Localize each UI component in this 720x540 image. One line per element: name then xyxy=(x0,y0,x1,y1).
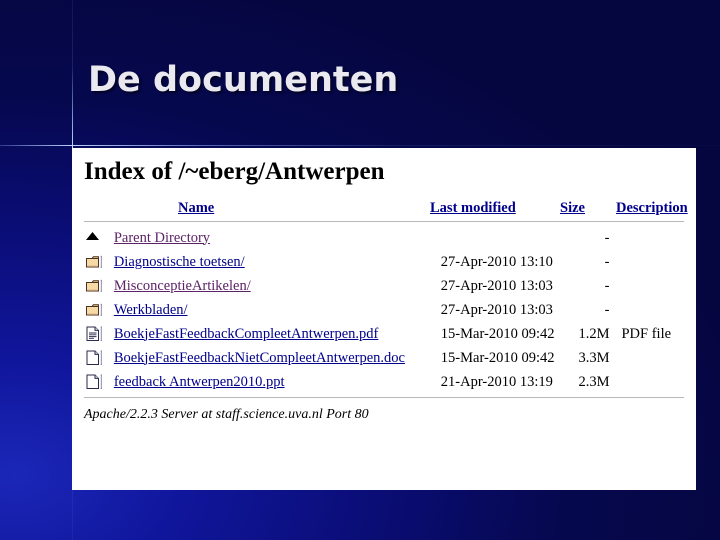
entry-description-cell xyxy=(615,274,696,298)
entry-icon-cell xyxy=(72,370,114,394)
entry-size-cell: 1.2M xyxy=(578,325,610,342)
column-header-name: Name xyxy=(72,198,426,220)
entry-description-cell xyxy=(615,370,696,394)
sort-by-description-link[interactable]: Description xyxy=(616,200,688,216)
entry-name-cell: feedback Antwerpen2010.ppt xyxy=(114,370,437,394)
entry-last-modified-cell xyxy=(437,226,568,250)
link-parent-directory[interactable]: Parent Directory xyxy=(114,230,210,246)
column-header-last-modified: Last modified xyxy=(426,198,560,220)
entry-description-cell xyxy=(615,298,696,322)
directory-listing-table: Name Last modified Size Description xyxy=(72,198,696,220)
entry-last-modified-cell: 27-Apr-2010 13:03 xyxy=(440,277,553,294)
entry-link[interactable]: Werkbladen/ xyxy=(114,302,188,318)
entry-name-cell: BoekjeFastFeedbackNietCompleetAntwerpen.… xyxy=(114,346,437,370)
header-divider xyxy=(84,221,684,222)
entry-name-cell: Parent Directory xyxy=(114,226,437,250)
table-row[interactable]: BoekjeFastFeedbackCompleetAntwerpen.pdf 1… xyxy=(72,322,696,346)
sort-by-name-link[interactable]: Name xyxy=(178,200,214,216)
entry-last-modified-cell: 15-Mar-2010 09:42 xyxy=(440,325,555,342)
entry-size-cell: - xyxy=(604,301,610,318)
entry-description-cell xyxy=(615,226,696,250)
sort-by-last-modified-link[interactable]: Last modified xyxy=(430,200,516,216)
entry-icon-cell xyxy=(72,322,114,346)
server-signature: Apache/2.2.3 Server at staff.science.uva… xyxy=(84,407,369,422)
entry-size-cell: - xyxy=(604,253,610,270)
entry-icon-cell xyxy=(72,250,114,274)
entry-link[interactable]: BoekjeFastFeedbackNietCompleetAntwerpen.… xyxy=(114,350,405,366)
directory-entries-body: Parent Directory - Diagnostische toetsen… xyxy=(72,226,696,394)
entry-size-cell: 2.3M xyxy=(578,373,610,390)
entry-size-cell: - xyxy=(604,229,610,246)
entry-size-cell: 3.3M xyxy=(578,349,610,366)
table-row[interactable]: Werkbladen/27-Apr-2010 13:03 - xyxy=(72,298,696,322)
table-header-row: Name Last modified Size Description xyxy=(72,198,696,220)
entry-last-modified-cell: 15-Mar-2010 09:42 xyxy=(440,349,555,366)
column-header-size: Size xyxy=(560,198,610,220)
entry-icon-cell xyxy=(72,346,114,370)
folder-icon xyxy=(84,252,104,272)
table-row[interactable]: MisconceptieArtikelen/27-Apr-2010 13:03 - xyxy=(72,274,696,298)
directory-entries-table: Parent Directory - Diagnostische toetsen… xyxy=(72,226,696,394)
entry-link[interactable]: MisconceptieArtikelen/ xyxy=(114,278,251,294)
table-row[interactable]: BoekjeFastFeedbackNietCompleetAntwerpen.… xyxy=(72,346,696,370)
table-row[interactable]: feedback Antwerpen2010.ppt 21-Apr-2010 13… xyxy=(72,370,696,394)
slide-canvas: De documenten Index of /~eberg/Antwerpen… xyxy=(0,0,720,540)
apache-index-panel: Index of /~eberg/Antwerpen Name Last mod… xyxy=(72,148,696,490)
entry-name-cell: Werkbladen/ xyxy=(114,298,437,322)
entry-size-cell: - xyxy=(604,277,610,294)
blank-document-icon xyxy=(84,348,104,368)
entry-name-cell: BoekjeFastFeedbackCompleetAntwerpen.pdf xyxy=(114,322,437,346)
page-title: Index of /~eberg/Antwerpen xyxy=(84,158,385,185)
entry-icon-cell xyxy=(72,274,114,298)
entry-link[interactable]: BoekjeFastFeedbackCompleetAntwerpen.pdf xyxy=(114,326,379,342)
entry-description-cell xyxy=(615,346,696,370)
folder-icon xyxy=(84,300,104,320)
column-header-description: Description xyxy=(610,198,696,220)
slide-title: De documenten xyxy=(88,60,399,100)
entry-link[interactable]: feedback Antwerpen2010.ppt xyxy=(114,374,285,390)
entry-last-modified-cell: 21-Apr-2010 13:19 xyxy=(440,373,553,390)
entry-name-cell: Diagnostische toetsen/ xyxy=(114,250,437,274)
folder-icon xyxy=(84,276,104,296)
table-row-parent-directory[interactable]: Parent Directory - xyxy=(72,226,696,250)
entry-last-modified-cell: 27-Apr-2010 13:03 xyxy=(440,301,553,318)
text-document-icon xyxy=(84,324,104,344)
entry-icon-cell xyxy=(72,226,114,250)
sort-by-size-link[interactable]: Size xyxy=(560,200,585,216)
blank-document-icon xyxy=(84,372,104,392)
entry-last-modified-cell: 27-Apr-2010 13:10 xyxy=(440,253,553,270)
vertical-accent-line-top xyxy=(72,0,73,150)
entry-description-cell: PDF file xyxy=(621,325,672,342)
up-triangle-icon xyxy=(84,228,104,248)
table-row[interactable]: Diagnostische toetsen/27-Apr-2010 13:10 - xyxy=(72,250,696,274)
entry-description-cell xyxy=(615,250,696,274)
entry-icon-cell xyxy=(72,298,114,322)
entry-link[interactable]: Diagnostische toetsen/ xyxy=(114,254,245,270)
entry-name-cell: MisconceptieArtikelen/ xyxy=(114,274,437,298)
listing-divider xyxy=(84,397,684,398)
horizontal-accent-line xyxy=(0,145,720,146)
